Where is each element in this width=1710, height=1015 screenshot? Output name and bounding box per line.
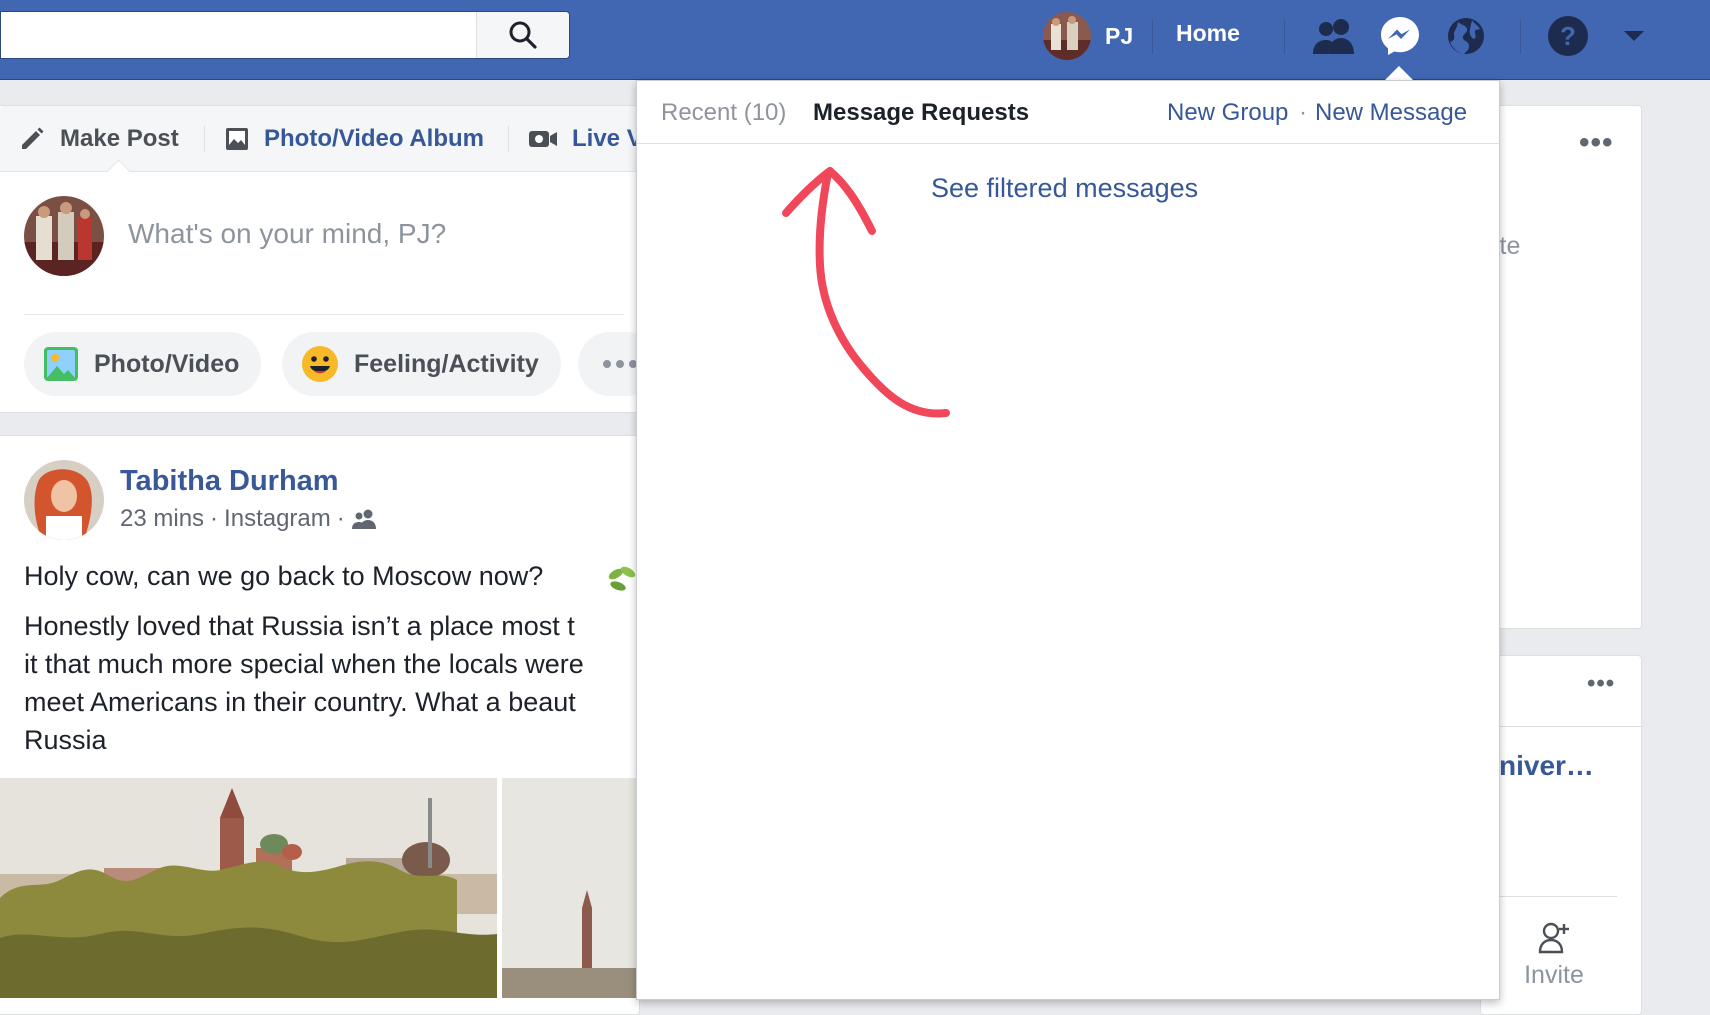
composer-avatar — [24, 196, 104, 276]
composer-input[interactable]: What's on your mind, PJ? — [128, 218, 446, 250]
messenger-icon — [1381, 17, 1419, 55]
search-icon — [509, 21, 537, 49]
search-box — [0, 11, 570, 59]
notifications-button[interactable] — [1442, 12, 1490, 60]
card-options-button[interactable]: ••• — [1587, 670, 1615, 698]
search-input[interactable] — [1, 12, 479, 58]
post-timestamp[interactable]: 23 mins — [120, 505, 204, 533]
link-separator: · — [1299, 99, 1307, 126]
friend-requests-button[interactable] — [1310, 12, 1358, 60]
card-divider — [1481, 896, 1617, 897]
right-sidebar-card: ••• ite — [1480, 105, 1642, 629]
tab-divider — [204, 126, 205, 152]
post-text-line: Honestly loved that Russia isn’t a place… — [24, 611, 575, 641]
meta-separator: · — [210, 505, 219, 532]
composer-tabs: Make Post Photo/Video Album Live V — [0, 106, 643, 172]
add-person-icon — [1538, 922, 1569, 954]
tab-divider — [508, 126, 509, 152]
nav-divider — [1520, 20, 1521, 54]
invite-button[interactable]: Invite — [1499, 920, 1609, 990]
top-navigation-bar: PJ Home ? — [0, 0, 1710, 80]
nav-divider — [1284, 20, 1285, 54]
post-meta: 23 mins · Instagram · — [120, 505, 379, 533]
photo-icon — [44, 347, 78, 381]
dropdown-caret — [1384, 66, 1414, 81]
post-source[interactable]: Instagram — [224, 505, 331, 533]
friends-audience-icon[interactable] — [351, 508, 379, 530]
new-message-link[interactable]: New Message — [1315, 99, 1467, 127]
video-camera-icon — [529, 130, 557, 147]
svg-text:?: ? — [1560, 21, 1576, 51]
messenger-button[interactable] — [1376, 12, 1424, 60]
post-photo[interactable] — [502, 778, 640, 998]
invite-label: Invite — [1524, 961, 1584, 989]
page-name-link[interactable]: niver… — [1499, 750, 1594, 782]
annotation-arrow — [782, 167, 950, 418]
composer-divider — [24, 314, 624, 315]
smiley-icon — [302, 346, 338, 382]
tab-live-video[interactable]: Live V — [528, 106, 643, 171]
card-divider — [1481, 726, 1643, 727]
new-group-link[interactable]: New Group — [1167, 99, 1288, 127]
chevron-down-icon — [1624, 31, 1644, 41]
feeling-activity-button[interactable]: Feeling/Activity — [282, 332, 561, 396]
post-author-link[interactable]: Tabitha Durham — [120, 465, 339, 498]
profile-link[interactable]: PJ — [1043, 12, 1133, 60]
pencil-icon — [22, 127, 44, 149]
search-button[interactable] — [476, 12, 569, 58]
account-menu-button[interactable] — [1618, 24, 1650, 48]
post-text-line: Russia — [24, 725, 107, 755]
nav-divider — [1152, 20, 1153, 54]
profile-name: PJ — [1105, 22, 1134, 49]
avatar — [1043, 12, 1091, 60]
meta-separator: · — [336, 505, 345, 532]
tab-make-post[interactable]: Make Post — [18, 106, 179, 171]
globe-icon — [1448, 18, 1484, 54]
photo-album-icon — [226, 127, 248, 150]
home-link[interactable]: Home — [1176, 20, 1240, 47]
help-icon: ? — [1548, 16, 1588, 56]
help-button[interactable]: ? — [1544, 12, 1592, 60]
card-options-button[interactable]: ••• — [1579, 126, 1614, 160]
author-avatar[interactable] — [24, 460, 104, 540]
tab-recent[interactable]: Recent (10) — [661, 99, 786, 127]
post-text-line: meet Americans in their country. What a … — [24, 687, 576, 717]
see-filtered-messages-link[interactable]: See filtered messages — [931, 173, 1198, 204]
photo-video-button[interactable]: Photo/Video — [24, 332, 262, 396]
right-sidebar-card: ••• niver… Invite — [1480, 655, 1643, 1015]
tab-photo-video-album[interactable]: Photo/Video Album — [224, 106, 484, 171]
post-photo[interactable] — [0, 778, 497, 998]
tab-message-requests[interactable]: Message Requests — [813, 99, 1029, 127]
friends-icon — [1313, 19, 1354, 54]
post-text-line: it that much more special when the local… — [24, 649, 584, 679]
dropdown-header: Recent (10) Message Requests New Group ·… — [637, 81, 1499, 144]
post-text-line: Holy cow, can we go back to Moscow now? — [24, 561, 544, 591]
plant-emoji-icon — [608, 566, 636, 591]
